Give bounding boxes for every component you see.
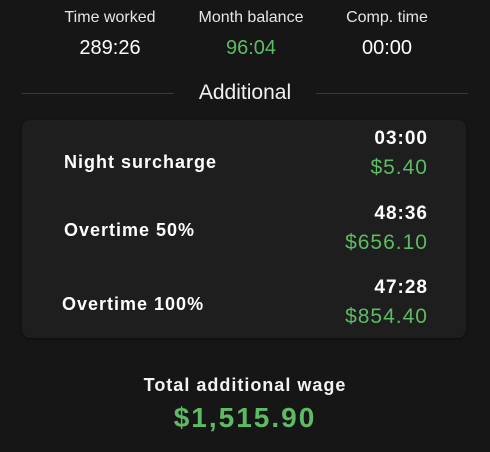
month-balance-stat: Month balance 96:04 [176, 8, 326, 60]
additional-row-overtime-50: Overtime 50% 48:36 $656.10 [22, 202, 466, 262]
overtime-50-amount: $656.10 [345, 231, 428, 254]
night-surcharge-label: Night surcharge [64, 152, 218, 172]
total-additional-wage-value: $1,515.90 [173, 402, 317, 433]
additional-row-overtime-100: Overtime 100% 47:28 $854.40 [22, 276, 466, 336]
time-worked-stat: Time worked 289:26 [35, 8, 185, 60]
divider-line-right [316, 93, 468, 94]
total-additional-wage: Total additional wage $1,515.90 [0, 373, 490, 435]
overtime-50-time: 48:36 [374, 203, 428, 224]
total-additional-wage-label: Total additional wage [143, 375, 347, 395]
overtime-100-time: 47:28 [374, 277, 428, 298]
additional-card: Night surcharge 03:00 $5.40 Overtime 50%… [22, 120, 466, 338]
overtime-100-amount: $854.40 [345, 305, 428, 328]
time-worked-value: 289:26 [79, 37, 141, 59]
night-surcharge-amount: $5.40 [370, 156, 428, 179]
additional-section-header: Additional [22, 80, 468, 108]
comp-time-value: 00:00 [361, 37, 413, 59]
summary-stats: Time worked 289:26 Month balance 96:04 C… [0, 8, 490, 68]
overtime-100-label: Overtime 100% [62, 294, 205, 314]
comp-time-stat: Comp. time 00:00 [312, 8, 462, 60]
time-worked-label: Time worked [64, 9, 156, 26]
wage-summary-screen: Time worked 289:26 Month balance 96:04 C… [0, 0, 490, 452]
night-surcharge-time: 03:00 [374, 128, 428, 149]
additional-row-night-surcharge: Night surcharge 03:00 $5.40 [22, 127, 466, 187]
overtime-50-label: Overtime 50% [64, 220, 196, 240]
month-balance-value: 96:04 [225, 37, 277, 59]
comp-time-label: Comp. time [346, 9, 428, 26]
month-balance-label: Month balance [198, 9, 304, 26]
